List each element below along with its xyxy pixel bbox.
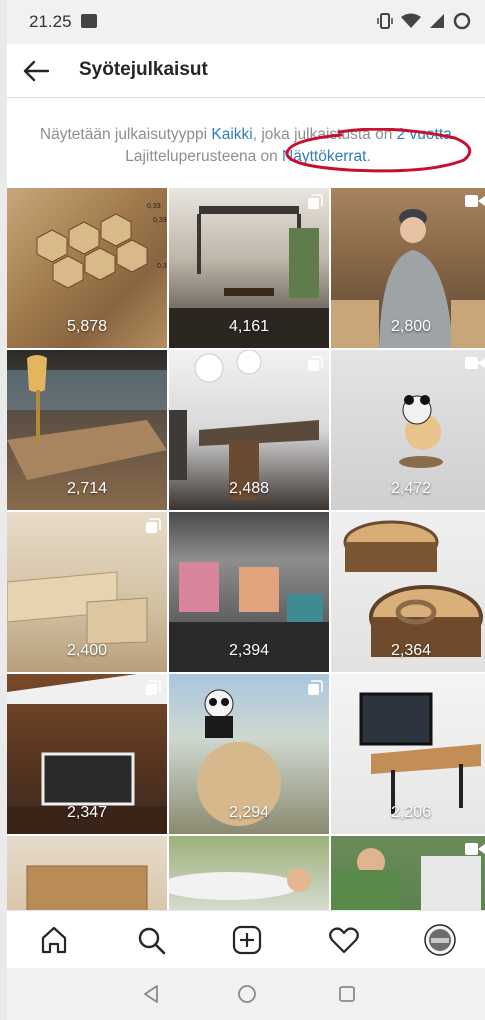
carousel-icon <box>308 356 323 371</box>
phone-screen: 21.25 Syötejulkaisut Näytetään julkaisut… <box>7 0 485 1020</box>
post-image <box>26 865 148 910</box>
annotation-circle <box>285 128 472 173</box>
add-icon[interactable] <box>230 923 264 957</box>
post-thumbnail[interactable]: 2,800 <box>331 188 485 348</box>
bottom-navigation <box>7 910 485 968</box>
wifi-icon <box>401 13 421 28</box>
post-thumbnail[interactable]: 2,400 <box>7 512 167 672</box>
view-count: 2,472 <box>390 480 432 497</box>
view-count: 2,400 <box>66 642 108 659</box>
heart-icon[interactable] <box>327 923 361 957</box>
view-count: 2,347 <box>66 804 108 821</box>
carousel-icon <box>308 194 323 209</box>
post-thumbnail[interactable]: 2,472 <box>331 350 485 510</box>
view-count: 2,714 <box>66 480 108 497</box>
view-count: 2,294 <box>228 804 270 821</box>
carousel-icon <box>146 680 161 695</box>
post-thumbnail[interactable]: 4,161 <box>169 188 329 348</box>
post-thumbnail[interactable] <box>7 836 167 910</box>
carousel-icon <box>146 518 161 533</box>
system-back-icon[interactable] <box>139 982 163 1006</box>
status-time: 21.25 <box>29 12 72 31</box>
view-count: 4,161 <box>228 318 270 335</box>
view-count: 2,488 <box>228 480 270 497</box>
battery-icon <box>453 12 471 30</box>
carousel-icon <box>308 680 323 695</box>
post-thumbnail[interactable]: 2,347 <box>7 674 167 834</box>
status-bar: 21.25 <box>7 0 485 44</box>
post-thumbnail[interactable]: 2,394 <box>169 512 329 672</box>
view-count: 2,364 <box>390 642 432 659</box>
status-icons <box>377 12 471 30</box>
post-thumbnail[interactable]: 2,364 <box>331 512 485 672</box>
post-type-link[interactable]: Kaikki <box>211 126 252 143</box>
system-home-icon[interactable] <box>235 982 259 1006</box>
post-image <box>331 848 481 910</box>
posts-grid: 0,33 0,33 0,33 5,878 4,161 2,800 2,714 2,4… <box>7 188 485 910</box>
system-recents-icon[interactable] <box>335 982 359 1006</box>
post-thumbnail[interactable]: 2,294 <box>169 674 329 834</box>
system-navigation <box>7 968 485 1020</box>
post-thumbnail[interactable]: 0,33 0,33 0,33 5,878 <box>7 188 167 348</box>
top-bar: Syötejulkaisut <box>7 44 485 98</box>
post-thumbnail[interactable]: 2,488 <box>169 350 329 510</box>
post-image <box>169 868 311 900</box>
video-icon <box>465 843 485 855</box>
svg-text:0,33: 0,33 <box>153 217 167 224</box>
back-arrow-icon[interactable] <box>19 54 53 88</box>
home-icon[interactable] <box>37 923 71 957</box>
view-count: 2,206 <box>390 804 432 821</box>
info-text: Näytetään julkaisutyyppi <box>39 126 212 143</box>
search-icon[interactable] <box>134 923 168 957</box>
gallery-notification-icon <box>81 14 97 28</box>
view-count: 5,878 <box>66 318 108 335</box>
signal-icon <box>430 14 444 28</box>
svg-text:0,33: 0,33 <box>157 263 167 270</box>
video-icon <box>465 195 485 207</box>
post-thumbnail[interactable] <box>169 836 329 910</box>
vibrate-icon <box>377 13 393 29</box>
view-count: 2,394 <box>228 642 270 659</box>
post-thumbnail[interactable]: 2,714 <box>7 350 167 510</box>
svg-text:0,33: 0,33 <box>147 203 161 210</box>
post-thumbnail[interactable] <box>331 836 485 910</box>
post-thumbnail[interactable]: 2,206 <box>331 674 485 834</box>
page-title: Syötejulkaisut <box>79 59 208 80</box>
view-count: 2,800 <box>390 318 432 335</box>
video-icon <box>465 357 485 369</box>
profile-avatar[interactable] <box>423 923 457 957</box>
